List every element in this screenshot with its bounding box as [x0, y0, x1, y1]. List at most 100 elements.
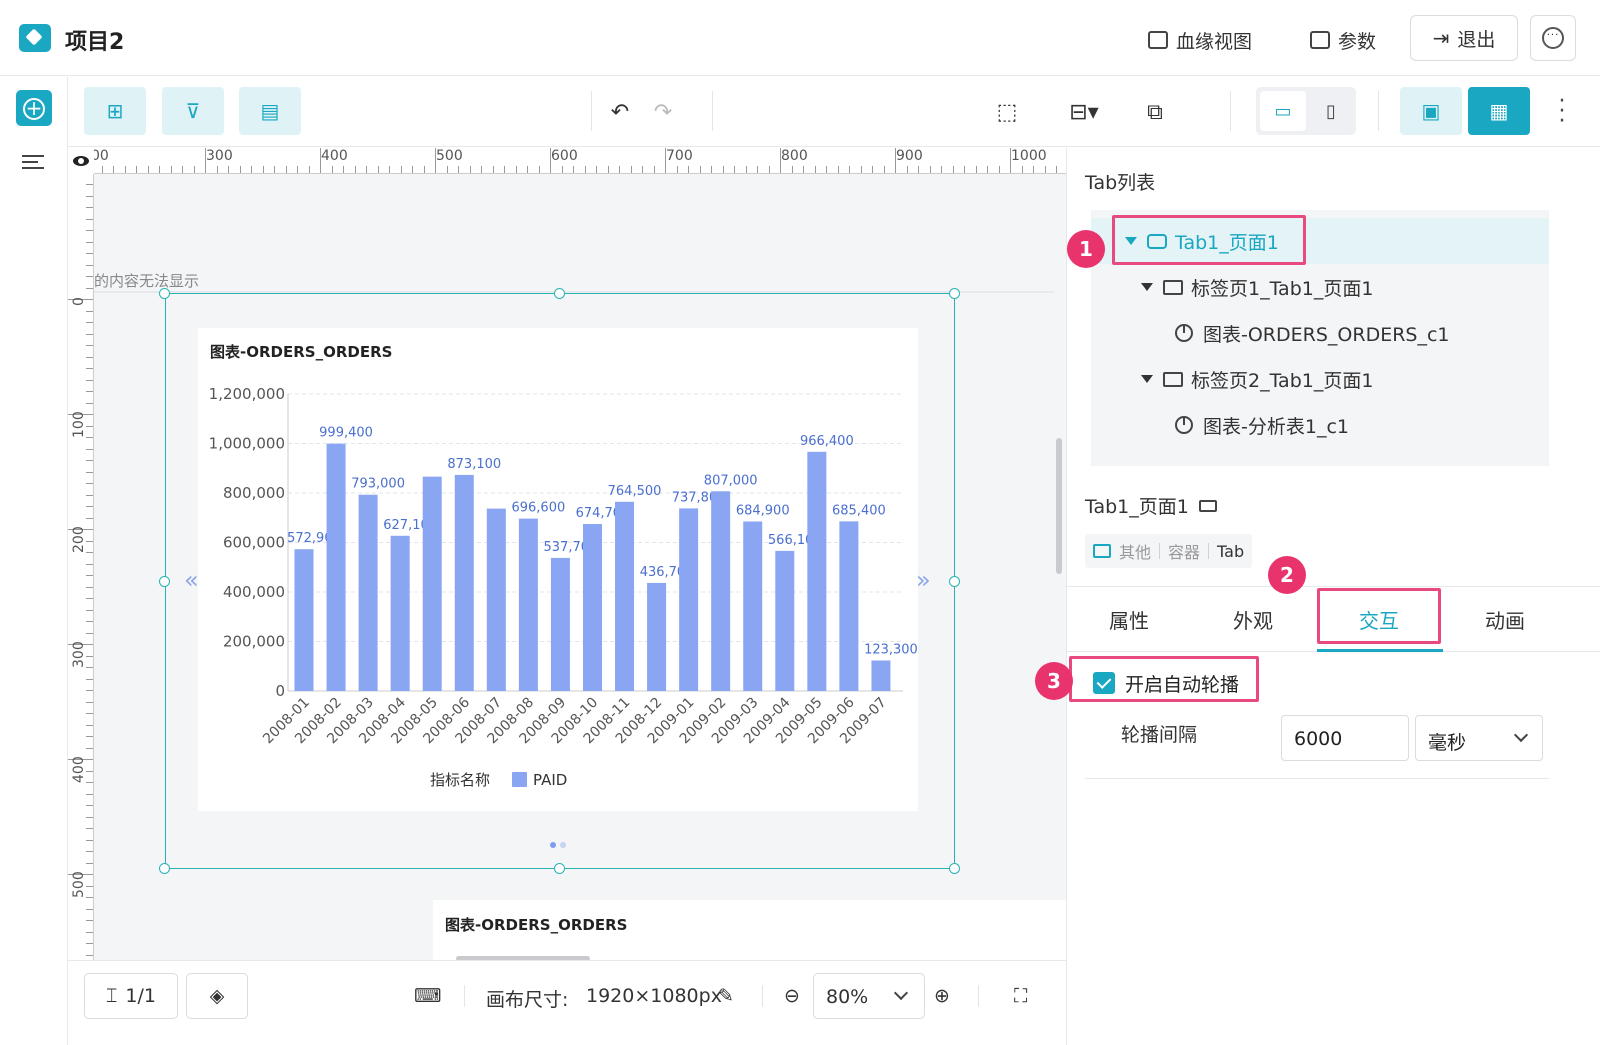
second-chart-card[interactable]: 图表-ORDERS_ORDERS: [433, 900, 1066, 960]
bottom-divider: [978, 985, 979, 1007]
canvas-area[interactable]: 00 300 400 500 600 700 800 900 1000 0 100 200 300 40…: [68, 148, 1066, 960]
ruler-label: 800: [781, 148, 808, 164]
tab-appearance[interactable]: 外观: [1193, 605, 1313, 634]
carousel-prev-icon[interactable]: «: [184, 566, 199, 594]
tree-item-label: 图表-ORDERS_ORDERS_c1: [1203, 323, 1450, 346]
caret-down-icon: [1141, 283, 1153, 291]
ruler-label: 1000: [1011, 148, 1047, 164]
vertical-scrollbar[interactable]: [1056, 438, 1062, 574]
component-name-label: Tab1_页面1: [1085, 496, 1189, 518]
lineage-view-button[interactable]: 血缘视图: [1148, 18, 1252, 62]
ruler-corner[interactable]: [68, 148, 94, 174]
tab-list-title: Tab列表: [1085, 172, 1156, 194]
editor-toolbar: ⊞ ⊽ ▤ ↶ ↷ ⬚ ⊟▾ ⧉ ▭ ▯ ▣ ▦ · · ·: [68, 77, 1600, 147]
section-divider: [1085, 778, 1549, 779]
page-count-button[interactable]: ⌶ 1/1: [84, 973, 178, 1019]
params-icon: [1310, 31, 1330, 49]
type-tag-item: 其他: [1119, 543, 1152, 562]
mobile-view-button[interactable]: ▯: [1308, 91, 1354, 131]
interval-unit-select[interactable]: 毫秒: [1415, 715, 1543, 761]
more-options-button[interactable]: ···: [1530, 15, 1576, 61]
folder-icon: [1093, 544, 1111, 558]
rename-icon[interactable]: [1198, 499, 1217, 512]
fullscreen-icon[interactable]: ⛶: [1014, 985, 1027, 1007]
preview-icon: ▣: [1421, 99, 1441, 123]
overflow-message: 的内容无法显示: [94, 272, 200, 290]
carousel-next-icon[interactable]: »: [916, 566, 931, 594]
resize-handle[interactable]: [949, 288, 960, 299]
resize-handle[interactable]: [949, 576, 960, 587]
redo-button[interactable]: ↷: [648, 97, 678, 127]
interval-input[interactable]: 6000: [1281, 715, 1409, 761]
annotation-badge: 2: [1268, 556, 1306, 594]
tree-item-label: 标签页2_Tab1_页面1: [1191, 369, 1374, 392]
tag-divider: [1159, 543, 1161, 559]
tab-container-selection[interactable]: [165, 293, 955, 869]
toolbar-divider: [712, 91, 713, 131]
tree-item-chart-analysis[interactable]: 图表-分析表1_c1: [1091, 402, 1549, 448]
align-dropdown-button[interactable]: ⊟▾: [1064, 97, 1104, 127]
add-report-button[interactable]: ▤: [239, 87, 301, 135]
resize-handle[interactable]: [159, 288, 170, 299]
plus-circle-icon: +: [23, 98, 45, 120]
params-label: 参数: [1338, 30, 1377, 53]
preview-button[interactable]: ▣: [1400, 87, 1462, 135]
resize-handle[interactable]: [554, 288, 565, 299]
align-icon: ⊟▾: [1069, 99, 1099, 125]
carousel-dots[interactable]: [550, 842, 566, 848]
select-tool-button[interactable]: ⬚: [992, 97, 1022, 127]
edit-size-icon[interactable]: ✎: [718, 985, 734, 1007]
add-component-button[interactable]: +: [16, 90, 52, 126]
tree-item-tabpage1[interactable]: 标签页1_Tab1_页面1: [1091, 264, 1549, 310]
component-name: Tab1_页面1: [1085, 492, 1217, 519]
zoom-out-icon[interactable]: ⊖: [784, 985, 800, 1007]
ruler-label: 00: [94, 148, 109, 164]
layers-button[interactable]: ◈: [186, 973, 248, 1019]
page-icon: ⌶: [106, 985, 118, 1007]
tab-animation[interactable]: 动画: [1445, 605, 1565, 634]
canvas-size-label: 画布尺寸:: [486, 989, 569, 1011]
toolbar-divider: [1230, 91, 1231, 131]
folder-icon: [1163, 371, 1183, 387]
more-vertical-icon[interactable]: · · ·: [1552, 91, 1572, 133]
resize-handle[interactable]: [159, 863, 170, 874]
outline-list-icon[interactable]: [22, 155, 44, 173]
params-button[interactable]: 参数: [1310, 18, 1376, 62]
carousel-dot[interactable]: [550, 842, 556, 848]
resize-handle[interactable]: [554, 863, 565, 874]
add-page-button[interactable]: ⊞: [84, 87, 146, 135]
layout-settings-button[interactable]: ⧉: [1140, 97, 1170, 127]
annotation-badge: 3: [1035, 662, 1073, 700]
tree-item-tabpage2[interactable]: 标签页2_Tab1_页面1: [1091, 356, 1549, 402]
ruler-label: 500: [71, 870, 87, 898]
save-button[interactable]: ▦: [1468, 87, 1530, 135]
page-count: 1/1: [125, 985, 156, 1007]
exit-icon: ⇥: [1432, 26, 1450, 50]
tag-divider: [1208, 543, 1210, 559]
carousel-dot[interactable]: [560, 842, 566, 848]
more-horizontal-icon: ···: [1542, 27, 1564, 49]
save-icon: ▦: [1489, 99, 1509, 123]
ruler-label: 400: [71, 755, 87, 783]
eye-icon: [73, 156, 89, 166]
keyboard-icon[interactable]: ⌨: [414, 985, 441, 1007]
lineage-icon: [1148, 31, 1168, 49]
tree-item-chart-orders[interactable]: 图表-ORDERS_ORDERS_c1: [1091, 310, 1549, 356]
resize-handle[interactable]: [949, 863, 960, 874]
tab-properties[interactable]: 属性: [1069, 605, 1189, 634]
resize-handle[interactable]: [159, 576, 170, 587]
add-report-icon: ▤: [260, 99, 280, 123]
ruler-label: 100: [71, 410, 87, 438]
desktop-view-button[interactable]: ▭: [1260, 91, 1306, 131]
folder-icon: [1163, 279, 1183, 295]
ruler-label: 300: [206, 148, 233, 164]
highlight-autoplay: [1069, 656, 1259, 702]
zoom-in-icon[interactable]: ⊕: [934, 985, 950, 1007]
zoom-select[interactable]: 80%: [813, 973, 925, 1019]
layers-icon: ◈: [209, 985, 225, 1007]
undo-button[interactable]: ↶: [605, 97, 635, 127]
top-bar: 项目2 血缘视图 参数 ⇥ 退出 ···: [0, 0, 1600, 76]
exit-button[interactable]: ⇥ 退出: [1410, 15, 1518, 61]
pie-chart-icon: [1175, 416, 1193, 434]
add-filter-button[interactable]: ⊽: [162, 87, 224, 135]
